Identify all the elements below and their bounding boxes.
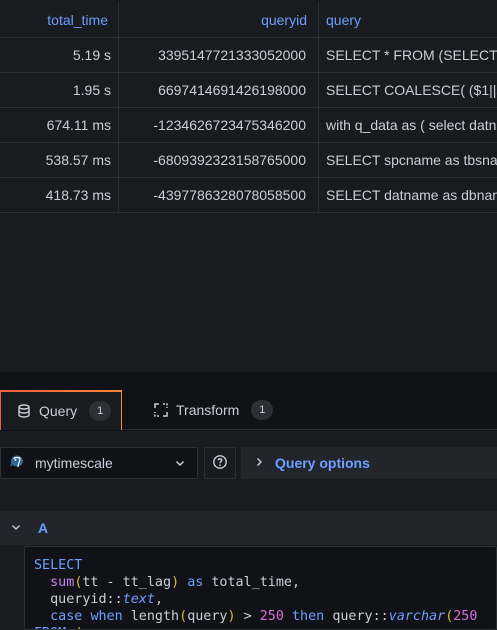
cell-queryid: -4397786328078058500 [119, 178, 319, 212]
transform-icon [154, 403, 168, 417]
cell-query: SELECT COALESCE( ($1||su [326, 82, 497, 98]
cell-queryid: 6697414691426198000 [119, 73, 319, 107]
column-header-queryid[interactable]: queryid [119, 2, 319, 38]
panel-splitter[interactable] [0, 372, 497, 390]
sql-code-editor[interactable]: SELECT sum(tt - tt_lag) as total_time, q… [24, 546, 497, 630]
cell-queryid: 3395147721333052000 [119, 38, 319, 72]
postgres-icon [9, 454, 25, 473]
query-ref-id[interactable]: A [38, 520, 48, 536]
editor-line: SELECT [34, 557, 496, 574]
cell-query: SELECT * FROM (SELECT ns [326, 47, 497, 63]
cell-total-time: 538.57 ms [0, 143, 119, 177]
cell-queryid: -6809392323158765000 [119, 143, 319, 177]
editor-line: sum(tt - tt_lag) as total_time, [50, 575, 301, 590]
datasource-picker[interactable]: mytimescale [0, 447, 198, 479]
tab-transform-label: Transform [176, 402, 240, 418]
cell-query: SELECT spcname as tbsnam [326, 152, 497, 168]
column-header-query[interactable]: query [319, 2, 497, 38]
chevron-down-icon [173, 456, 187, 473]
editor-line: case when length(query) > 250 then query… [50, 609, 478, 624]
table-row: 674.11 ms -1234626723475346200 with q_da… [0, 108, 497, 143]
cell-query: with q_data as ( select datn [326, 117, 497, 133]
database-icon [17, 404, 31, 418]
table-header: total_time queryid query [0, 2, 497, 38]
query-options-toggle[interactable]: Query options [241, 447, 497, 479]
chevron-right-icon [253, 455, 265, 471]
column-header-total-time[interactable]: total_time [0, 2, 119, 38]
query-options-label: Query options [275, 455, 370, 471]
query-editor-area: mytimescale Query options A SELECT sum(t… [0, 431, 497, 630]
cell-total-time: 418.73 ms [0, 178, 119, 212]
tab-transform-count: 1 [251, 400, 274, 420]
table-row: 418.73 ms -4397786328078058500 SELECT da… [0, 178, 497, 213]
cell-query: SELECT datname as dbnam [326, 187, 497, 203]
query-row-header[interactable]: A [0, 511, 497, 545]
table-row: 5.19 s 3395147721333052000 SELECT * FROM… [0, 38, 497, 73]
table-row: 538.57 ms -6809392323158765000 SELECT sp… [0, 143, 497, 178]
cell-queryid: -1234626723475346200 [119, 108, 319, 142]
table-panel: total_time queryid query 5.19 s 33951477… [0, 0, 497, 372]
question-circle-icon [212, 454, 228, 473]
sql-token: SELECT [34, 558, 83, 573]
table-row: 1.95 s 6697414691426198000 SELECT COALES… [0, 73, 497, 108]
collapse-chevron-icon[interactable] [10, 520, 22, 536]
tab-query[interactable]: Query 1 [0, 390, 122, 430]
cell-total-time: 5.19 s [0, 38, 119, 72]
help-button[interactable] [204, 447, 236, 479]
tab-query-count: 1 [89, 401, 112, 421]
cell-total-time: 674.11 ms [0, 108, 119, 142]
datasource-name: mytimescale [35, 455, 113, 471]
cell-total-time: 1.95 s [0, 73, 119, 107]
tab-transform[interactable]: Transform 1 [152, 390, 274, 430]
editor-line: queryid::text, [34, 592, 163, 607]
editor-line: FROM ( [34, 625, 496, 629]
editor-tabs: Query 1 Transform 1 [0, 390, 497, 430]
tab-query-label: Query [39, 403, 78, 419]
